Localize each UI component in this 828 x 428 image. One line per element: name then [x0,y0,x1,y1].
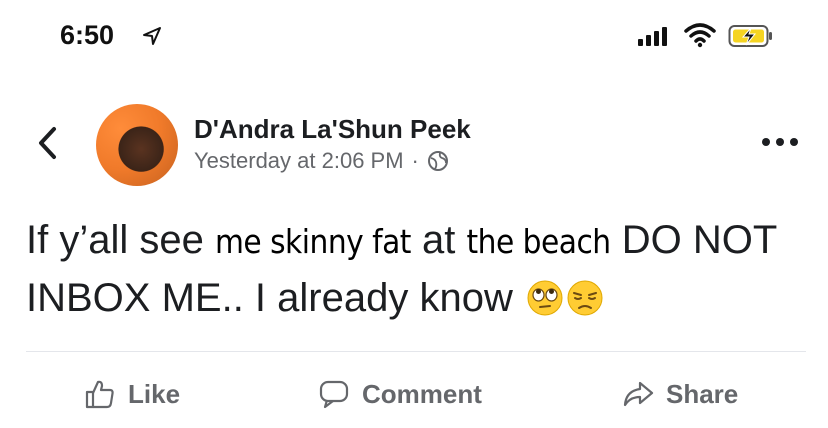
avatar[interactable] [96,104,178,186]
status-time: 6:50 [60,20,115,50]
like-button[interactable]: Like [84,374,180,414]
meta-separator: · [411,148,419,173]
post-text-part-3: at [410,218,467,262]
post-action-bar: Like Comment Share [0,362,828,422]
more-options-icon[interactable] [760,136,800,148]
rolling-eyes-emoji-icon [527,280,563,316]
cellular-signal-icon [638,27,667,46]
comment-label: Comment [362,378,482,409]
like-label: Like [128,378,181,409]
post-text-overlay-1: me skinny fat [214,222,411,261]
globe-icon [427,151,448,171]
status-bar: 6:50 [0,0,828,70]
post-text-part-1: If y’all see [26,218,215,262]
post-timestamp[interactable]: Yesterday at 2:06 PM [194,148,404,174]
comment-button[interactable]: Comment [318,374,482,414]
divider [26,351,806,352]
unamused-face-emoji-icon [567,280,603,316]
back-chevron-icon[interactable] [36,126,58,160]
author-name[interactable]: D'Andra La'Shun Peek [194,114,471,145]
battery-charging-icon [728,25,772,47]
share-label: Share [666,378,739,409]
wifi-icon [684,23,716,48]
post-meta: Yesterday at 2:06 PM · [194,148,449,174]
location-arrow-icon [143,27,161,45]
post-text-overlay-2: the beach [466,222,612,261]
thumbs-up-icon [85,380,114,409]
share-arrow-icon [623,381,654,407]
post-text: If y’all see me skinny fat at the beach … [26,212,806,326]
share-button[interactable]: Share [622,374,738,414]
comment-bubble-icon [319,380,349,409]
